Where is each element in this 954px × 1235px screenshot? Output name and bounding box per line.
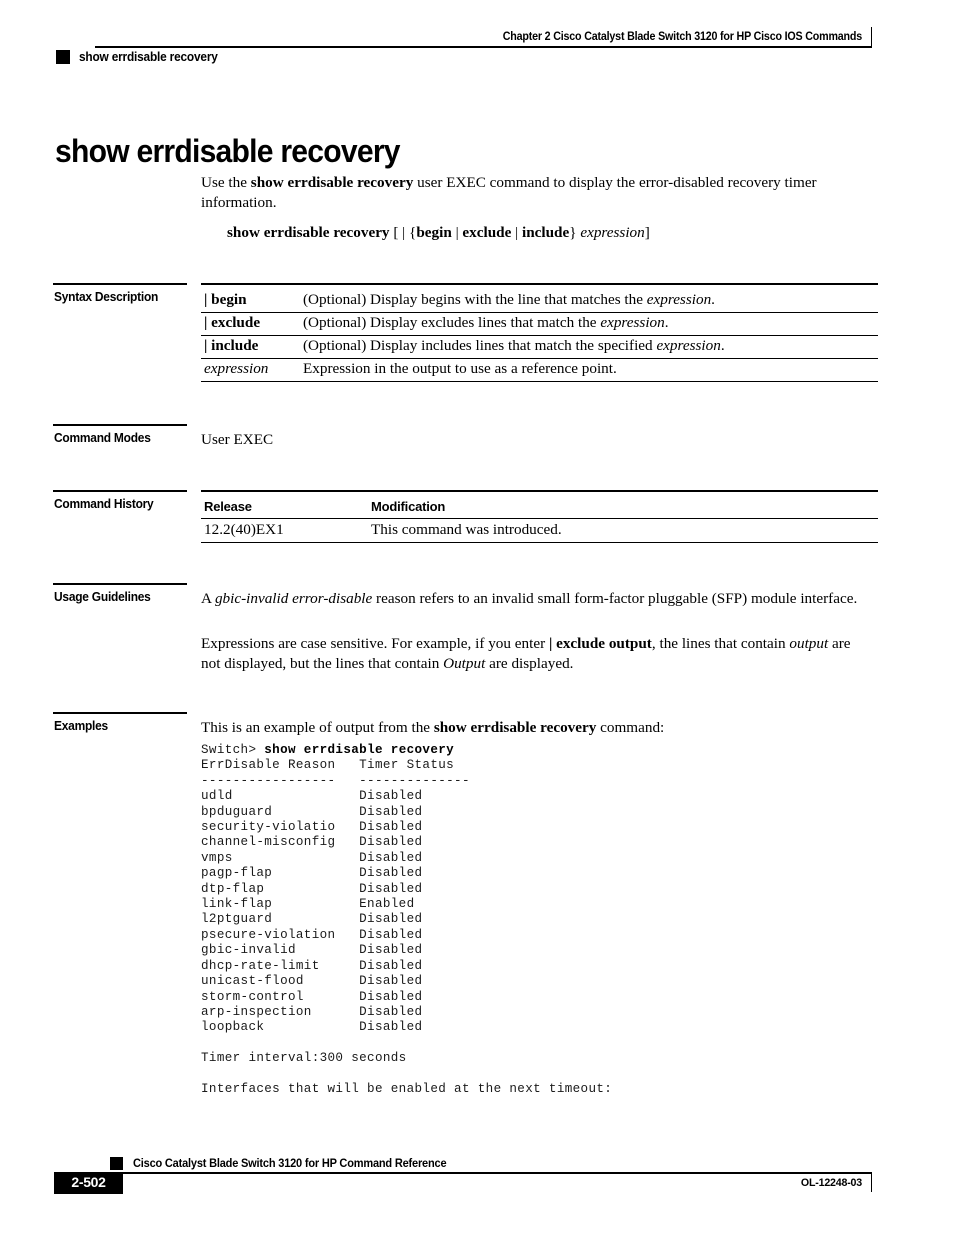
page-title: show errdisable recovery	[55, 133, 401, 170]
footer-rule	[110, 1172, 872, 1174]
syntax-table-term-2: | include	[204, 337, 259, 354]
section-label-command-history: Command History	[54, 497, 154, 511]
intro-lead: Use the	[201, 174, 251, 191]
footer-square-marker-icon	[110, 1157, 123, 1170]
intro-paragraph: Use the show errdisable recovery user EX…	[201, 173, 873, 212]
history-cell-release-0: 12.2(40)EX1	[204, 521, 284, 538]
header-rule	[95, 46, 872, 48]
syntax-table-desc-0: (Optional) Display begins with the line …	[303, 291, 715, 308]
history-table-rule-bottom	[201, 542, 878, 544]
usage-p2-mid: , the lines that contain	[651, 635, 790, 652]
syntax-expression: expression	[580, 224, 645, 241]
syntax-command: show errdisable recovery	[227, 224, 390, 241]
usage-p1-italic: gbic-invalid error-disable	[214, 590, 373, 607]
footer-document-id: OL-12248-03	[800, 1177, 862, 1189]
usage-guidelines-paragraph-2: Expressions are case sensitive. For exam…	[201, 634, 873, 673]
command-history-label-rule	[53, 490, 187, 492]
usage-p2-italic-1: output	[789, 635, 829, 652]
cli-prompt: Switch>	[201, 743, 265, 757]
syntax-bracket-close: ]	[644, 224, 650, 241]
examples-lead-bold: show errdisable recovery	[433, 719, 597, 736]
cli-typed-command: show errdisable recovery	[264, 743, 455, 757]
command-syntax-line: show errdisable recovery [ | {begin | ex…	[227, 223, 650, 243]
document-page: Chapter 2 Cisco Catalyst Blade Switch 31…	[0, 0, 954, 1235]
header-command-name: show errdisable recovery	[79, 50, 218, 64]
usage-p1-post: reason refers to an invalid small form-f…	[372, 590, 858, 607]
history-table-rule-top	[201, 490, 878, 492]
syntax-description-label-rule	[53, 283, 187, 285]
history-cell-modification-0: This command was introduced.	[371, 521, 562, 538]
usage-guidelines-label-rule	[53, 583, 187, 585]
usage-p2-pre: Expressions are case sensitive. For exam…	[201, 635, 549, 652]
syntax-keyword-begin: begin	[416, 224, 452, 241]
syntax-keyword-include: include	[521, 224, 570, 241]
section-label-command-modes: Command Modes	[54, 431, 151, 445]
section-label-usage-guidelines: Usage Guidelines	[54, 590, 151, 604]
history-col-header-release: Release	[204, 499, 252, 514]
syntax-table-term-1: | exclude	[204, 314, 261, 331]
syntax-sep-1: |	[451, 224, 463, 241]
cli-output-block: Switch> show errdisable recovery ErrDisa…	[201, 743, 612, 1097]
examples-lead-paragraph: This is an example of output from the sh…	[201, 718, 873, 738]
syntax-bracket-open: [ | {	[389, 224, 417, 241]
cli-output-lines: ErrDisable Reason Timer Status ---------…	[201, 758, 613, 1096]
section-label-syntax-description: Syntax Description	[54, 290, 159, 304]
footer-page-number: 2-502	[71, 1174, 106, 1190]
header-chapter-title: Chapter 2 Cisco Catalyst Blade Switch 31…	[502, 31, 862, 43]
usage-p1-pre: A	[201, 590, 215, 607]
usage-p2-italic-2: Output	[443, 654, 486, 672]
syntax-table-term-0: | begin	[204, 291, 247, 308]
header-square-marker-icon	[56, 50, 70, 64]
syntax-table-rule-top	[201, 283, 878, 285]
syntax-table-desc-1: (Optional) Display excludes lines that m…	[303, 314, 669, 331]
history-col-header-modification: Modification	[371, 499, 446, 514]
syntax-sep-2: |	[511, 224, 522, 241]
usage-guidelines-paragraph-1: A gbic-invalid error-disable reason refe…	[201, 589, 873, 609]
examples-lead-post: command:	[596, 719, 665, 736]
section-label-examples: Examples	[54, 719, 108, 733]
intro-command-bold: show errdisable recovery	[250, 174, 414, 191]
syntax-table-rule-bottom	[201, 381, 878, 383]
footer-book-title: Cisco Catalyst Blade Switch 3120 for HP …	[133, 1157, 447, 1170]
command-modes-label-rule	[53, 424, 187, 426]
syntax-keyword-exclude: exclude	[462, 224, 512, 241]
command-modes-value: User EXEC	[201, 431, 274, 448]
footer-rule-end-tick	[870, 1172, 873, 1192]
examples-lead-pre: This is an example of output from the	[201, 719, 434, 736]
examples-label-rule	[53, 712, 187, 714]
usage-p2-bold: | exclude output	[548, 635, 652, 652]
syntax-table-desc-3: Expression in the output to use as a ref…	[303, 360, 617, 377]
header-rule-end-tick	[870, 27, 873, 47]
usage-p2-post: are displayed.	[485, 654, 574, 672]
syntax-brace-close: }	[569, 224, 581, 241]
syntax-table-desc-2: (Optional) Display includes lines that m…	[303, 337, 725, 354]
syntax-table-term-3: expression	[204, 360, 269, 377]
